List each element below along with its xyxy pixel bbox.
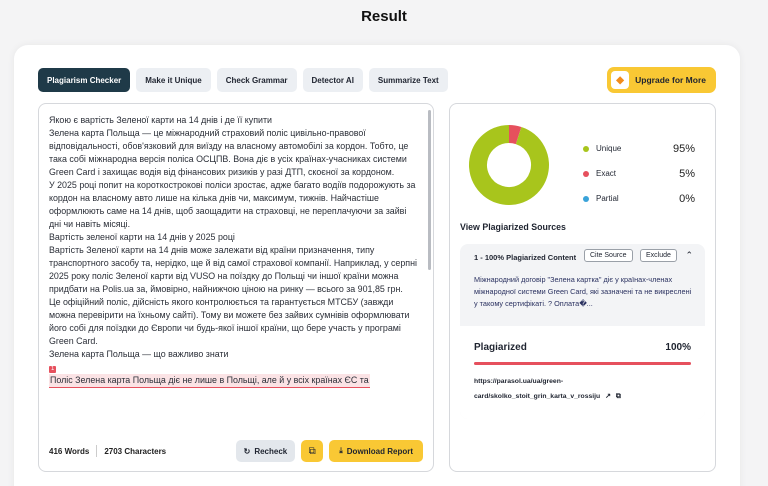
editor-footer: 416 Words 2703 Characters ↻ Recheck ⧉ ⤓ … [49,439,423,463]
download-label: Download Report [346,446,413,456]
upgrade-label: Upgrade for More [635,75,706,85]
plagiarized-bar [474,362,691,365]
tool-tabs: Plagiarism Checker Make it Unique Check … [38,68,448,92]
plagiarized-label: Plagiarized [474,342,527,353]
tab-detector-ai[interactable]: Detector AI [302,68,363,92]
text-line: Зелена карта Польща — що важливо знати [49,349,229,359]
text-line: У 2025 році попит на короткострокові пол… [49,180,416,229]
word-count: 416 Words [49,446,90,456]
text-line: Вартість Зеленої карти на 14 днів може з… [49,245,417,294]
recheck-button[interactable]: ↻ Recheck [235,440,296,462]
source-url[interactable]: https://parasol.ua/ua/green- card/skolko… [474,374,684,404]
copy-icon: ⧉ [308,445,316,457]
legend-unique: Unique 95% [583,136,695,161]
partial-dot [583,195,589,202]
source-heading: 1 - 100% Plagiarized Content [474,253,577,262]
copy-button[interactable]: ⧉ [301,440,324,462]
text-line: Це офіційний поліс, дійсність якого конт… [49,297,410,346]
legend-exact: Exact 5% [583,161,695,186]
plagiarism-marker[interactable]: 1 [49,366,57,373]
sources-title: View Plagiarized Sources [460,222,566,232]
plagiarized-highlight[interactable]: Поліс Зелена карта Польща діє не лише в … [49,374,370,388]
url-line[interactable]: card/skolko_stoit_grin_karta_v_rossiju [474,393,600,400]
result-legend: Unique 95% Exact 5% Partial 0% [583,136,695,211]
tab-summarize-text[interactable]: Summarize Text [368,68,448,92]
exclude-button[interactable]: Exclude [640,249,677,262]
legend-partial: Partial 0% [583,186,695,211]
legend-percent: 95% [672,142,695,155]
recheck-label: Recheck [254,446,288,456]
text-line: Зелена карта Польща — це міжнародний стр… [49,128,409,177]
uniqueness-donut-chart [469,125,549,205]
legend-label: Partial [596,194,619,203]
text-line: Вартість зеленої карти на 14 днів у 2025… [49,232,235,242]
cite-source-button[interactable]: Cite Source [584,249,633,262]
gem-icon: ◆ [611,71,630,89]
legend-percent: 5% [679,167,695,180]
editor-scrollbar[interactable] [428,110,431,270]
divider [96,445,98,457]
refresh-icon: ↻ [243,446,251,456]
legend-label: Exact [596,169,617,178]
tab-check-grammar[interactable]: Check Grammar [216,68,297,92]
text-editor[interactable]: Якою є вартість Зеленої карти на 14 днів… [38,103,434,472]
source-card: 1 - 100% Plagiarized Content Cite Source… [460,244,705,419]
character-count: 2703 Characters [104,446,167,456]
source-snippet: Міжнародний договір "Зелена картка" діє … [474,275,692,308]
tab-make-it-unique[interactable]: Make it Unique [136,68,211,92]
editor-text[interactable]: Якою є вартість Зеленої карти на 14 днів… [49,114,419,432]
exact-dot [583,170,589,177]
chevron-up-icon[interactable]: ⌃ [685,250,693,261]
download-icon: ⤓ [339,446,343,455]
main-card: Plagiarism Checker Make it Unique Check … [14,45,740,486]
text-line: Якою є вартість Зеленої карти на 14 днів… [49,115,272,125]
plagiarized-bar-fill [474,362,691,365]
unique-dot [583,145,589,152]
copy-link-icon[interactable]: ⧉ [616,389,621,404]
tab-plagiarism-checker[interactable]: Plagiarism Checker [38,68,131,92]
source-details: Plagiarized 100% https://parasol.ua/ua/g… [460,326,705,419]
upgrade-button[interactable]: ◆ Upgrade for More [607,67,716,93]
plagiarized-row: Plagiarized 100% [474,342,691,353]
plagiarized-percent: 100% [665,342,691,353]
page-title: Result [361,8,407,25]
legend-percent: 0% [679,192,695,205]
result-panel: Unique 95% Exact 5% Partial 0% View Plag… [449,103,716,472]
download-report-button[interactable]: ⤓ Download Report [329,440,423,462]
legend-label: Unique [596,144,622,153]
external-link-icon[interactable]: ↗ [605,389,611,404]
url-line[interactable]: https://parasol.ua/ua/green- [474,378,563,385]
